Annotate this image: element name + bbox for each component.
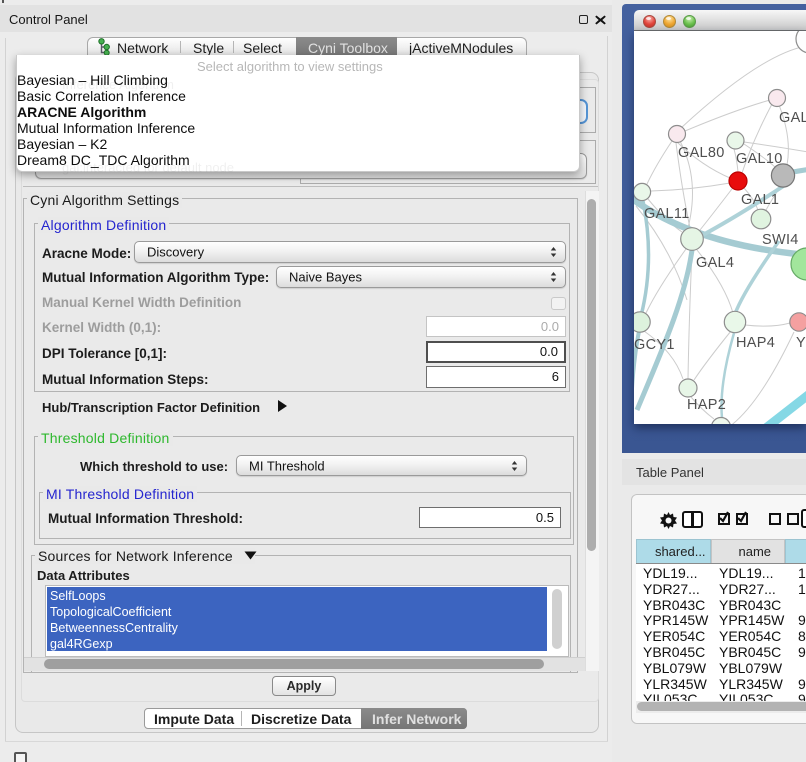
svg-text:GAL11: GAL11 — [644, 206, 690, 222]
svg-text:GAL10: GAL10 — [736, 151, 783, 167]
svg-text:GCY1: GCY1 — [634, 337, 675, 353]
svg-text:GAL4: GAL4 — [696, 255, 734, 271]
svg-text:Y: Y — [796, 335, 806, 351]
svg-text:GAL: GAL — [779, 110, 806, 126]
svg-text:HAP2: HAP2 — [687, 397, 726, 413]
svg-text:HAP4: HAP4 — [736, 335, 775, 351]
svg-text:GAL1: GAL1 — [741, 192, 779, 208]
svg-text:GAL80: GAL80 — [678, 145, 725, 161]
svg-text:SWI4: SWI4 — [762, 232, 799, 248]
